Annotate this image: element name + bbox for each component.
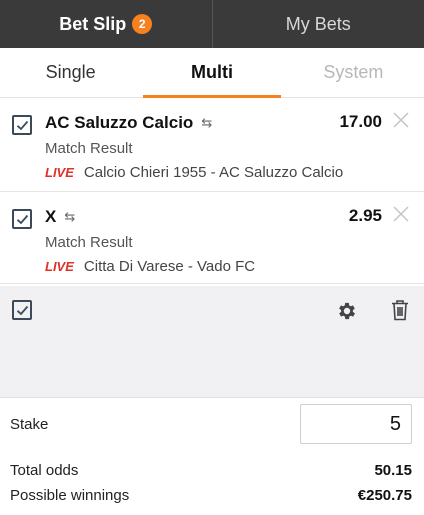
- tab-single[interactable]: Single: [0, 48, 141, 97]
- possible-winnings-row: Possible winnings €250.75: [10, 487, 412, 504]
- selection-name: X: [45, 207, 57, 226]
- bet-item: AC Saluzzo Calcio ⇆ 17.00 Match Result L…: [0, 98, 424, 192]
- possible-winnings-label: Possible winnings: [10, 487, 130, 504]
- gear-icon[interactable]: [336, 300, 358, 322]
- stake-row: Stake: [0, 404, 424, 444]
- bet-selection: AC Saluzzo Calcio ⇆: [45, 113, 212, 133]
- possible-winnings-value: €250.75: [357, 487, 412, 504]
- bet-count-badge: 2: [132, 14, 153, 34]
- event-name: Calcio Chieri 1955 - AC Saluzzo Calcio: [83, 164, 344, 181]
- bet-checkbox[interactable]: [12, 209, 32, 229]
- tab-bet-slip[interactable]: Bet Slip 2: [0, 0, 212, 48]
- event-name: Citta Di Varese - Vado FC: [83, 258, 256, 275]
- bet-event: LIVE Calcio Chieri 1955 - AC Saluzzo Cal…: [45, 164, 343, 181]
- bet-checkbox[interactable]: [12, 115, 32, 135]
- live-badge: LIVE: [45, 259, 74, 274]
- total-odds-value: 50.15: [374, 462, 412, 479]
- select-all-checkbox[interactable]: [12, 300, 32, 320]
- swap-icon[interactable]: ⇆: [201, 115, 212, 131]
- live-badge: LIVE: [45, 165, 74, 180]
- tab-multi[interactable]: Multi: [141, 48, 282, 98]
- bet-market: Match Result: [45, 140, 133, 157]
- total-odds-label: Total odds: [10, 462, 79, 479]
- checkbox-checked-icon: [16, 120, 28, 130]
- close-icon[interactable]: [392, 205, 410, 223]
- swap-icon[interactable]: ⇆: [64, 209, 75, 225]
- stake-input[interactable]: [300, 404, 412, 444]
- bet-event: LIVE Citta Di Varese - Vado FC: [45, 258, 255, 275]
- bet-item: X ⇆ 2.95 Match Result LIVE Citta Di Vare…: [0, 192, 424, 284]
- tab-bet-slip-label: Bet Slip: [59, 13, 127, 34]
- tab-system[interactable]: System: [283, 48, 424, 97]
- bet-slip-toolbar: [0, 286, 424, 398]
- bet-type-tabs: Single Multi System: [0, 48, 424, 98]
- bet-selection: X ⇆: [45, 207, 75, 227]
- stake-label: Stake: [10, 416, 49, 433]
- checkbox-checked-icon: [16, 214, 28, 224]
- bet-market: Match Result: [45, 234, 133, 251]
- tab-my-bets[interactable]: My Bets: [213, 0, 424, 48]
- tab-my-bets-label: My Bets: [285, 13, 351, 34]
- bet-odds: 2.95: [348, 206, 382, 225]
- bet-slip-header: Bet Slip 2 My Bets: [0, 0, 424, 48]
- close-icon[interactable]: [392, 111, 410, 129]
- selection-name: AC Saluzzo Calcio: [45, 113, 194, 132]
- checkbox-checked-icon: [16, 305, 28, 315]
- bet-odds: 17.00: [339, 112, 382, 131]
- trash-icon[interactable]: [390, 299, 410, 321]
- total-odds-row: Total odds 50.15: [10, 462, 412, 479]
